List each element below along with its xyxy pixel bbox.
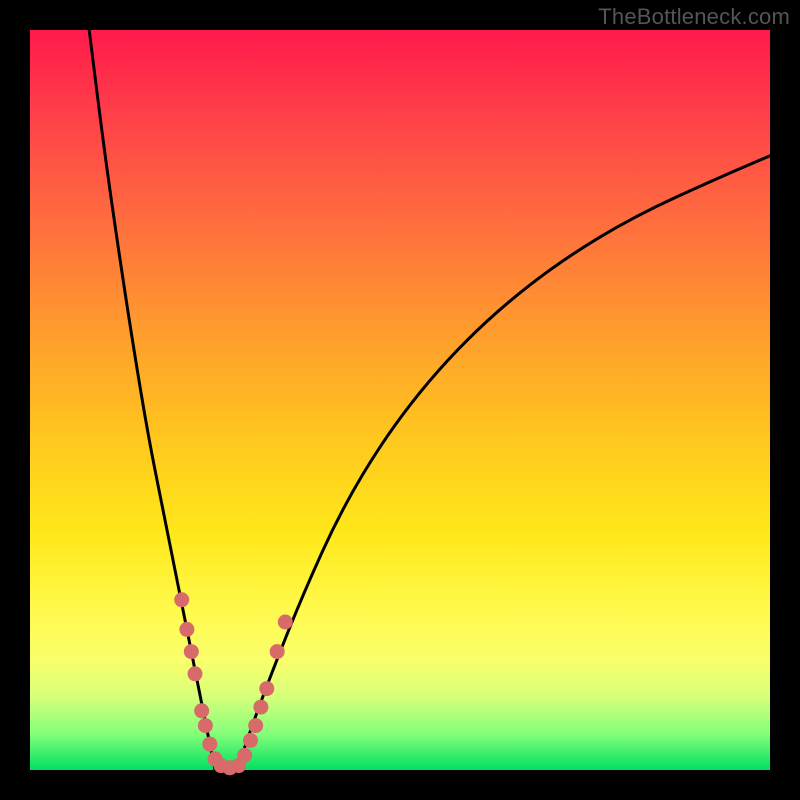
marker-point bbox=[188, 666, 203, 681]
plot-area bbox=[30, 30, 770, 770]
marker-point bbox=[194, 703, 209, 718]
marker-point bbox=[253, 700, 268, 715]
chart-svg bbox=[30, 30, 770, 770]
marker-point bbox=[179, 622, 194, 637]
marker-group bbox=[174, 592, 293, 775]
marker-point bbox=[202, 737, 217, 752]
marker-point bbox=[174, 592, 189, 607]
marker-point bbox=[243, 733, 258, 748]
chart-frame: TheBottleneck.com bbox=[0, 0, 800, 800]
curve-right-branch bbox=[237, 156, 770, 770]
marker-point bbox=[270, 644, 285, 659]
marker-point bbox=[248, 718, 263, 733]
marker-point bbox=[278, 615, 293, 630]
marker-point bbox=[259, 681, 274, 696]
marker-point bbox=[184, 644, 199, 659]
marker-point bbox=[237, 748, 252, 763]
watermark-text: TheBottleneck.com bbox=[598, 4, 790, 30]
marker-point bbox=[198, 718, 213, 733]
curve-left-branch bbox=[89, 30, 215, 770]
